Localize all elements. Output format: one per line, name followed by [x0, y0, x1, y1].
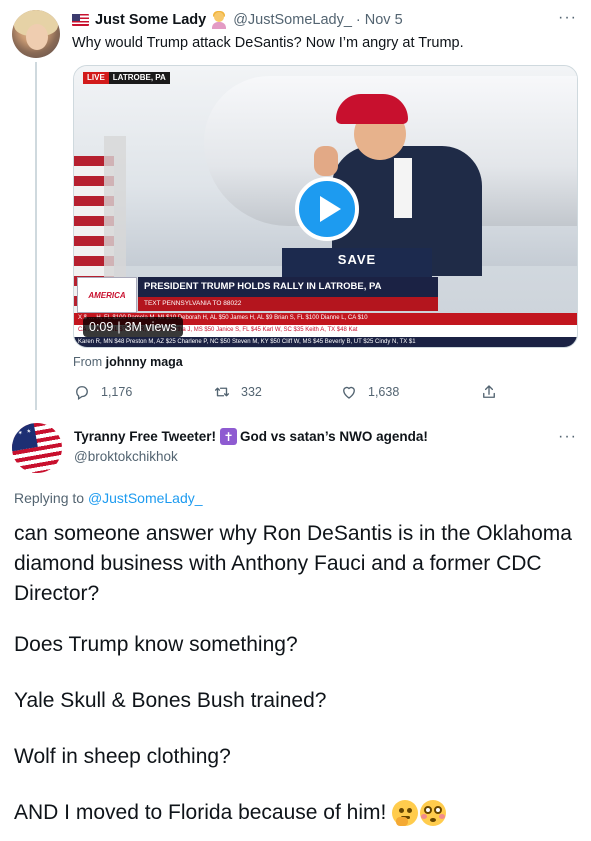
video-attribution: From johnny maga — [73, 355, 183, 369]
video-speaker-shirt — [394, 158, 412, 218]
tweet-original[interactable]: Just Some Lady @JustSomeLady_ · Nov 5 ··… — [0, 0, 591, 410]
author-handle[interactable]: @broktokchikhok — [74, 449, 178, 464]
tweet-paragraph-1: can someone answer why Ron DeSantis is i… — [14, 522, 572, 605]
us-flag-emoji-icon — [72, 14, 89, 26]
retweet-button[interactable]: 332 — [213, 383, 262, 401]
avatar-flag-canton — [8, 421, 38, 452]
thinking-face-emoji-icon — [392, 800, 419, 826]
avatar-just-some-lady[interactable] — [12, 10, 60, 58]
like-count: 1,638 — [368, 385, 400, 399]
woman-shrugging-emoji-icon — [210, 11, 228, 29]
video-stats-overlay: 0:09 | 3M views — [83, 317, 183, 337]
like-button[interactable]: 1,638 — [340, 383, 399, 401]
tweet-header: Just Some Lady @JustSomeLady_ · Nov 5 — [72, 11, 403, 29]
share-button[interactable] — [480, 383, 498, 404]
donor-ticker-dark: Karen R, MN $48 Preston M, AZ $25 Charle… — [74, 337, 577, 347]
author-name-line[interactable]: Tyranny Free Tweeter! ✝ God vs satan’s N… — [74, 428, 428, 445]
more-options-icon[interactable]: ··· — [558, 428, 577, 446]
tweet-paragraph-3: Yale Skull & Bones Bush trained? — [14, 689, 327, 712]
reply-button[interactable]: 1,176 — [73, 383, 132, 401]
flushed-face-emoji-icon — [420, 800, 447, 826]
video-speaker-hand — [314, 146, 338, 176]
separator-dot: · — [355, 12, 361, 28]
video-stats-separator: | — [117, 320, 121, 334]
tweet-paragraph-5-text: AND I moved to Florida because of him! — [14, 801, 387, 824]
tweet-paragraph-4: Wolf in sheep clothing? — [14, 745, 231, 768]
retweet-count: 332 — [241, 385, 262, 399]
latin-cross-emoji-icon: ✝ — [220, 428, 238, 445]
tweet-text: Why would Trump attack DeSantis? Now I’m… — [72, 35, 464, 51]
replying-to-mention[interactable]: @JustSomeLady_ — [88, 490, 203, 506]
retweet-icon — [214, 387, 230, 397]
avatar-face — [26, 24, 48, 50]
avatar-tyranny-free-tweeter[interactable] — [8, 419, 66, 477]
video-player[interactable]: SAVE LIVE LATROBE, PA AMERICA PRESIDENT … — [73, 65, 578, 348]
tweet-date[interactable]: Nov 5 — [365, 12, 403, 28]
author-name[interactable]: Just Some Lady — [95, 12, 206, 28]
video-red-hat — [336, 94, 408, 124]
replying-label: Replying to — [14, 490, 85, 506]
tweet-actions: 1,176 332 1,638 — [73, 383, 503, 403]
author-name[interactable]: Tyranny Free Tweeter! — [74, 429, 216, 444]
author-name-suffix[interactable]: God vs satan’s NWO agenda! — [240, 429, 428, 444]
live-label: LIVE — [83, 72, 109, 84]
replying-to-line: Replying to @JustSomeLady_ — [14, 490, 203, 506]
from-user-link[interactable]: johnny maga — [106, 355, 183, 369]
share-icon — [483, 385, 495, 398]
news-headline: PRESIDENT TRUMP HOLDS RALLY IN LATROBE, … — [138, 277, 438, 297]
network-logo-text: AMERICA — [88, 290, 126, 300]
from-label: From — [73, 355, 103, 369]
play-button[interactable] — [295, 177, 359, 241]
live-location: LATROBE, PA — [108, 72, 170, 84]
reply-count: 1,176 — [101, 385, 133, 399]
author-handle[interactable]: @JustSomeLady_ — [233, 12, 352, 28]
tweet-paragraph-2: Does Trump know something? — [14, 633, 298, 656]
live-tag: LIVE LATROBE, PA — [83, 72, 170, 84]
play-icon — [319, 196, 341, 222]
video-duration: 0:09 — [89, 320, 114, 334]
video-views: 3M views — [124, 320, 177, 334]
like-icon — [343, 386, 355, 399]
thread-connector-line — [35, 62, 37, 410]
podium-sign-text: SAVE — [337, 252, 377, 267]
news-subline: TEXT PENNSYLVANIA TO 88022 — [138, 297, 438, 311]
tweet-paragraph-5: AND I moved to Florida because of him! — [14, 798, 579, 828]
reply-icon — [76, 386, 88, 401]
more-options-icon[interactable]: ··· — [558, 9, 577, 27]
network-logo: AMERICA — [77, 277, 137, 313]
